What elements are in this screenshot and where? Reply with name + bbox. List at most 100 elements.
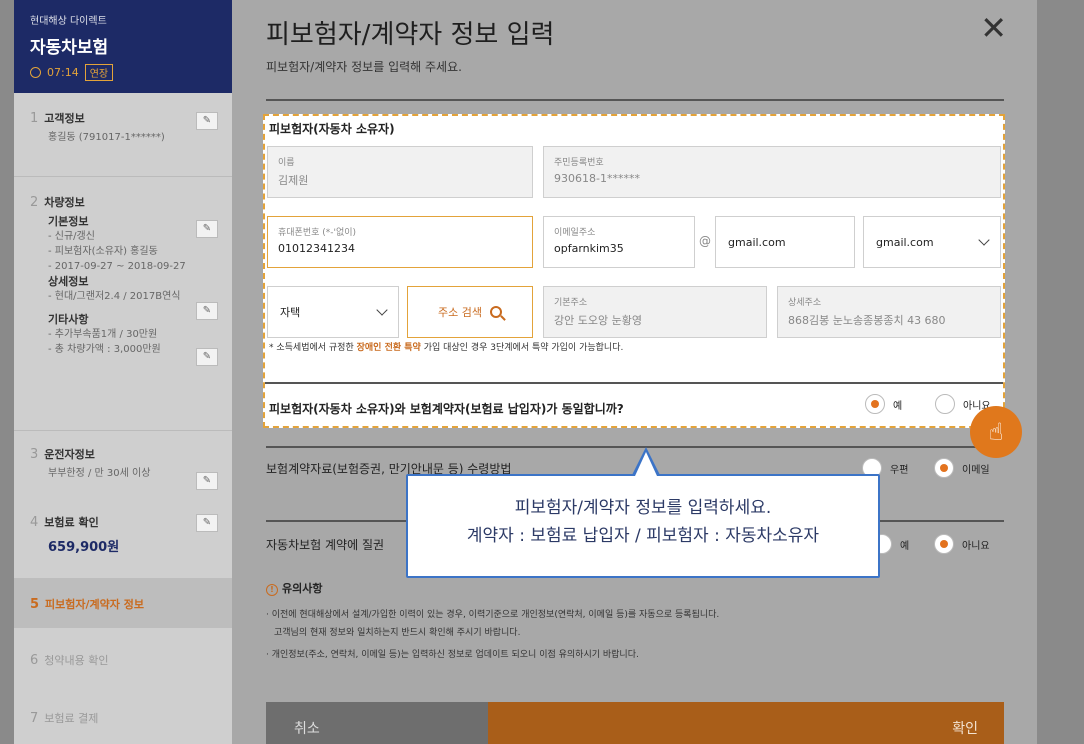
chevron-down-icon bbox=[978, 234, 990, 246]
divider bbox=[14, 430, 232, 431]
notice-line: 고객님의 현재 정보와 일치하는지 반드시 확인해 주시기 바랍니다. bbox=[274, 628, 521, 638]
note-text: * 소득세법에서 규정한 bbox=[269, 343, 357, 353]
step-number: 3 bbox=[30, 447, 39, 462]
address-search-button[interactable]: 주소 검색 bbox=[407, 286, 533, 338]
field-label: 이메일주소 bbox=[554, 228, 596, 238]
delivery-email-radio[interactable]: 이메일 bbox=[934, 458, 990, 478]
button-label: 주소 검색 bbox=[438, 306, 482, 319]
ssn-field: 주민등록번호 930618-1****** bbox=[543, 146, 1001, 198]
guide-tooltip: 피보험자/계약자 정보를 입력하세요. 계약자 : 보험료 납입자 / 피보험자… bbox=[406, 474, 880, 578]
notice-line: · 이전에 현대해상에서 설계/가입한 이력이 있는 경우, 이력기준으로 개인… bbox=[266, 610, 720, 620]
radio-checked-icon bbox=[934, 458, 954, 478]
section-title: 피보험자(자동차 소유자) bbox=[269, 122, 395, 136]
email-domain-select[interactable]: gmail.com bbox=[863, 216, 1001, 268]
edit-icon[interactable]: ✎ bbox=[196, 112, 218, 130]
edit-icon[interactable]: ✎ bbox=[196, 348, 218, 366]
radio-unchecked-icon bbox=[935, 394, 955, 414]
field-value: 01012341234 bbox=[278, 242, 355, 255]
step-application-review: 6 청약내용 확인 bbox=[30, 652, 218, 668]
step-payment: 7 보험료 결제 bbox=[30, 710, 218, 726]
tooltip-line: 계약자 : 보험료 납입자 / 피보험자 : 자동차소유자 bbox=[466, 526, 820, 546]
field-label: 이름 bbox=[278, 158, 295, 168]
field-value: gmail.com bbox=[728, 235, 786, 249]
sidebar: 현대해상 다이렉트 자동차보험 07:14 연장 1 고객정보 ✎ 홍길동 (79… bbox=[14, 0, 232, 744]
step-customer-info: 1 고객정보 ✎ 홍길동 (791017-1******) bbox=[30, 110, 218, 145]
cancel-button[interactable]: 취소 bbox=[266, 702, 488, 744]
name-field: 이름 김제원 bbox=[267, 146, 533, 198]
note-highlight: 장애인 전환 특약 bbox=[356, 343, 421, 353]
sub-heading: 기타사항 bbox=[48, 313, 89, 326]
radio-label: 우편 bbox=[890, 464, 909, 476]
edit-icon[interactable]: ✎ bbox=[196, 514, 218, 532]
step-title: 피보험자/계약자 정보 bbox=[45, 598, 144, 611]
step-summary: 부부한정 / 만 30세 이상 bbox=[48, 468, 151, 479]
field-value: 김제원 bbox=[278, 174, 309, 187]
tooltip-arrow-inner bbox=[635, 452, 657, 476]
summary-line: - 신규/갱신 bbox=[48, 231, 95, 242]
divider bbox=[266, 99, 1004, 101]
radio-label: 아니요 bbox=[962, 540, 990, 552]
step-title: 차량정보 bbox=[44, 196, 85, 209]
step-summary: 기본정보 - 신규/갱신 - 피보험자(소유자) 홍길동 - 2017-09-2… bbox=[48, 214, 218, 357]
notice-heading: ! 유의사항 bbox=[266, 580, 966, 596]
address-type-select[interactable]: 자택 bbox=[267, 286, 399, 338]
selected-value: 자택 bbox=[280, 306, 301, 319]
insured-info-modal: 피보험자/계약자 정보 입력 피보험자/계약자 정보를 입력해 주세요. ✕ 피… bbox=[232, 0, 1037, 744]
edit-icon[interactable]: ✎ bbox=[196, 472, 218, 490]
confirm-button[interactable]: 확인 bbox=[488, 702, 1004, 744]
modal-title: 피보험자/계약자 정보 입력 bbox=[266, 20, 555, 50]
hand-pointer-icon[interactable]: ☝ bbox=[970, 406, 1022, 458]
notice-title: 유의사항 bbox=[282, 582, 323, 595]
edit-icon[interactable]: ✎ bbox=[196, 220, 218, 238]
edit-icon[interactable]: ✎ bbox=[196, 302, 218, 320]
radio-label: 이메일 bbox=[962, 464, 990, 476]
sub-heading: 기본정보 bbox=[48, 215, 89, 228]
step-vehicle-info: 2 차량정보 기본정보 - 신규/갱신 - 피보험자(소유자) 홍길동 - 201… bbox=[30, 194, 218, 366]
notice-box: ! 유의사항 · 이전에 현대해상에서 설계/가입한 이력이 있는 경우, 이력기… bbox=[266, 580, 966, 664]
summary-line: - 추가부속품1개 / 30만원 bbox=[48, 329, 158, 340]
step-summary: 홍길동 (791017-1******) bbox=[48, 132, 165, 143]
summary-line: - 2017-09-27 ~ 2018-09-27 bbox=[48, 261, 186, 272]
step-title: 보험료 결제 bbox=[44, 712, 99, 725]
step-number: 4 bbox=[30, 515, 39, 530]
step-number: 7 bbox=[30, 711, 39, 726]
step-premium-check: 4 보험료 확인 ✎ 659,900원 bbox=[30, 514, 218, 555]
insured-section: 피보험자(자동차 소유자) 이름 김제원 주민등록번호 930618-1****… bbox=[263, 114, 1005, 428]
session-timer: 07:14 연장 bbox=[30, 64, 216, 81]
search-icon bbox=[489, 306, 502, 318]
phone-input[interactable]: 휴대폰번호 (*-'없이) 01012341234 bbox=[267, 216, 533, 268]
same-person-yes-radio[interactable]: 예 bbox=[865, 394, 902, 414]
detail-address-input[interactable]: 상세주소 868김봉 눈노송종봉종치 43 680 bbox=[777, 286, 1001, 338]
radio-checked-icon bbox=[934, 534, 954, 554]
note-text: 가입 대상인 경우 3단계에서 특약 가입이 가능합니다. bbox=[420, 343, 624, 353]
step-number: 5 bbox=[30, 597, 40, 612]
company-name: 현대해상 다이렉트 bbox=[30, 16, 107, 27]
tooltip-line: 피보험자/계약자 정보를 입력하세요. bbox=[514, 498, 772, 518]
field-value: 868김봉 눈노송종봉종치 43 680 bbox=[788, 314, 946, 327]
email-id-input[interactable]: 이메일주소 opfarnkim35 bbox=[543, 216, 695, 268]
clock-icon bbox=[30, 67, 41, 78]
step-insured-contractor[interactable]: 5 피보험자/계약자 정보 bbox=[30, 596, 218, 612]
lien-question: 자동차보험 계약에 질권 bbox=[266, 538, 385, 552]
step-number: 6 bbox=[30, 653, 39, 668]
summary-line: - 피보험자(소유자) 홍길동 bbox=[48, 246, 158, 257]
disability-rider-note: * 소득세법에서 규정한 장애인 전환 특약 가입 대상인 경우 3단계에서 특… bbox=[269, 340, 623, 353]
email-domain-input[interactable]: gmail.com bbox=[715, 216, 855, 268]
field-label: 주민등록번호 bbox=[554, 158, 604, 168]
summary-line: - 현대/그랜저2.4 / 2017B연식 bbox=[48, 291, 181, 302]
field-value: opfarnkim35 bbox=[554, 242, 624, 255]
at-sign: @ bbox=[699, 234, 711, 248]
radio-label: 예 bbox=[893, 400, 903, 412]
step-number: 1 bbox=[30, 111, 39, 126]
sub-heading: 상세정보 bbox=[48, 275, 89, 288]
extend-button[interactable]: 연장 bbox=[84, 64, 114, 81]
warning-icon: ! bbox=[266, 584, 278, 596]
modal-description: 피보험자/계약자 정보를 입력해 주세요. bbox=[266, 60, 462, 74]
step-title: 운전자정보 bbox=[44, 448, 95, 461]
product-name: 자동차보험 bbox=[30, 38, 109, 58]
close-icon[interactable]: ✕ bbox=[980, 12, 1007, 44]
field-value: 강안 도오앙 눈황영 bbox=[554, 314, 642, 327]
brand-header: 현대해상 다이렉트 자동차보험 07:14 연장 bbox=[14, 0, 232, 93]
radio-label: 예 bbox=[900, 540, 910, 552]
lien-no-radio[interactable]: 아니요 bbox=[934, 534, 990, 554]
